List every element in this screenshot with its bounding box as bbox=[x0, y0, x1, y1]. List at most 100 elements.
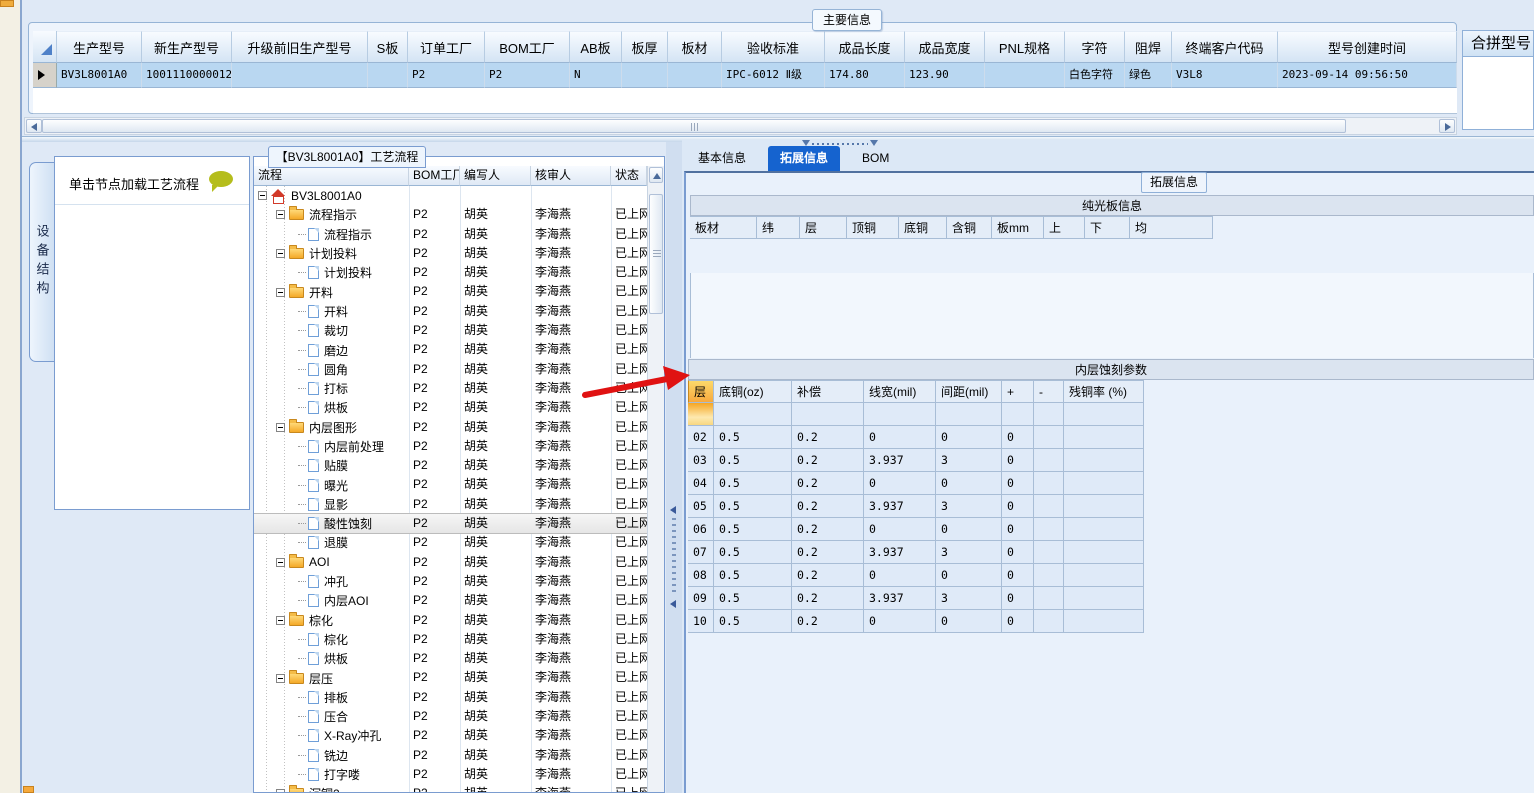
column-header[interactable]: 线宽(mil) bbox=[864, 380, 936, 403]
collapse-left-icon[interactable] bbox=[670, 600, 676, 608]
tree-row[interactable]: 圆角 P2 胡英 李海燕 已上网 bbox=[254, 360, 647, 379]
tree-row[interactable]: 开料 P2 胡英 李海燕 已上网 bbox=[254, 302, 647, 321]
column-header[interactable]: 字符 bbox=[1065, 31, 1125, 63]
tree-row[interactable]: 打字喽 P2 胡英 李海燕 已上网 bbox=[254, 765, 647, 784]
tree-row[interactable]: 流程指示 P2 胡英 李海燕 已上网 bbox=[254, 205, 647, 224]
tree-row[interactable]: 酸性蚀刻 P2 胡英 李海燕 已上网 bbox=[254, 513, 647, 535]
tree-row[interactable]: 打标 P2 胡英 李海燕 已上网 bbox=[254, 379, 647, 398]
tree-row[interactable]: 显影 P2 胡英 李海燕 已上网 bbox=[254, 495, 647, 514]
scroll-left-button[interactable] bbox=[26, 119, 42, 133]
tree-row[interactable]: 压合 P2 胡英 李海燕 已上网 bbox=[254, 707, 647, 726]
tree-row[interactable]: 内层AOI P2 胡英 李海燕 已上网 bbox=[254, 591, 647, 610]
column-header[interactable]: 含铜 bbox=[947, 216, 992, 239]
column-header[interactable]: 升级前旧生产型号 bbox=[232, 31, 368, 63]
scroll-right-button[interactable] bbox=[1439, 119, 1455, 133]
tree-row[interactable]: X-Ray冲孔 P2 胡英 李海燕 已上网 bbox=[254, 726, 647, 745]
horizontal-scrollbar-thumb[interactable] bbox=[42, 119, 1346, 133]
tree-row[interactable]: 层压 P2 胡英 李海燕 已上网 bbox=[254, 668, 647, 687]
tree-row[interactable]: 曝光 P2 胡英 李海燕 已上网 bbox=[254, 475, 647, 494]
column-header[interactable]: 顶铜 bbox=[847, 216, 899, 239]
column-header[interactable]: 新生产型号 bbox=[142, 31, 232, 63]
column-header[interactable]: 下 bbox=[1085, 216, 1130, 239]
tree-row[interactable]: 铣边 P2 胡英 李海燕 已上网 bbox=[254, 746, 647, 765]
table-row[interactable]: 05 0.5 0.2 3.937 3 0 bbox=[688, 495, 1144, 518]
column-header[interactable]: 板材 bbox=[668, 31, 722, 63]
expand-collapse-icon[interactable] bbox=[276, 422, 285, 432]
column-header[interactable]: BOM工厂 bbox=[409, 166, 460, 186]
column-header[interactable]: AB板 bbox=[570, 31, 622, 63]
column-header[interactable]: 型号创建时间 bbox=[1278, 31, 1457, 63]
column-header[interactable]: 板mm bbox=[992, 216, 1044, 239]
tree-row[interactable]: 棕化 P2 胡英 李海燕 已上网 bbox=[254, 630, 647, 649]
column-header[interactable]: 底铜 bbox=[899, 216, 947, 239]
table-row[interactable]: 10 0.5 0.2 0 0 0 bbox=[688, 610, 1144, 633]
table-row[interactable]: 04 0.5 0.2 0 0 0 bbox=[688, 472, 1144, 495]
vertical-splitter[interactable] bbox=[666, 142, 682, 793]
column-header[interactable]: PNL规格 bbox=[985, 31, 1065, 63]
column-header[interactable]: 订单工厂 bbox=[408, 31, 485, 63]
column-header[interactable]: BOM工厂 bbox=[485, 31, 570, 63]
column-header[interactable]: 间距(mil) bbox=[936, 380, 1002, 403]
tree-row[interactable]: 贴膜 P2 胡英 李海燕 已上网 bbox=[254, 456, 647, 475]
tree-row[interactable]: 计划投料 P2 胡英 李海燕 已上网 bbox=[254, 244, 647, 263]
table-row[interactable] bbox=[688, 403, 1144, 426]
tab-bom[interactable]: BOM bbox=[850, 146, 901, 171]
tree-row[interactable]: 开料 P2 胡英 李海燕 已上网 bbox=[254, 282, 647, 301]
tree-row[interactable]: 沉铜2 P2 胡英李海燕已上网 bbox=[254, 784, 647, 792]
expand-collapse-icon[interactable] bbox=[276, 557, 285, 567]
column-header[interactable]: 板厚 bbox=[622, 31, 668, 63]
column-header[interactable]: 流程 bbox=[254, 166, 409, 186]
tree-row[interactable]: 烘板 P2 胡英 李海燕 已上网 bbox=[254, 649, 647, 668]
tree-row[interactable]: 流程指示 P2 胡英 李海燕 已上网 bbox=[254, 225, 647, 244]
select-all-cell[interactable] bbox=[33, 31, 57, 63]
table-row[interactable]: 08 0.5 0.2 0 0 0 bbox=[688, 564, 1144, 587]
column-header[interactable]: 板材 bbox=[690, 216, 757, 239]
column-header[interactable]: - bbox=[1034, 380, 1064, 403]
column-header[interactable]: 编写人 bbox=[460, 166, 531, 186]
table-row[interactable]: 02 0.5 0.2 0 0 0 bbox=[688, 426, 1144, 449]
expand-collapse-icon[interactable] bbox=[276, 673, 285, 683]
column-header[interactable]: + bbox=[1002, 380, 1034, 403]
column-header[interactable]: 成品长度 bbox=[825, 31, 905, 63]
column-header[interactable]: 残铜率 (%) bbox=[1064, 380, 1144, 403]
tree-row[interactable]: BV3L8001A0 bbox=[254, 186, 647, 205]
tab-基本信息[interactable]: 基本信息 bbox=[686, 146, 758, 171]
tree-row[interactable]: 内层前处理 P2 胡英 李海燕 已上网 bbox=[254, 437, 647, 456]
column-header[interactable]: 阻焊 bbox=[1125, 31, 1172, 63]
tree-row[interactable]: 冲孔 P2 胡英 李海燕 已上网 bbox=[254, 572, 647, 591]
tree-row[interactable]: AOI P2 胡英 李海燕 已上网 bbox=[254, 553, 647, 572]
tree-row[interactable]: 内层图形 P2 胡英 李海燕 已上网 bbox=[254, 418, 647, 437]
expand-collapse-icon[interactable] bbox=[276, 789, 285, 792]
tree-vertical-scrollbar[interactable] bbox=[647, 166, 664, 792]
column-header[interactable]: 终端客户代码 bbox=[1172, 31, 1278, 63]
column-header[interactable]: S板 bbox=[368, 31, 408, 63]
tree-row[interactable]: 计划投料 P2 胡英 李海燕 已上网 bbox=[254, 263, 647, 282]
column-header[interactable]: 层 bbox=[800, 216, 847, 239]
tree-row[interactable]: 磨边 P2 胡英 李海燕 已上网 bbox=[254, 340, 647, 359]
column-header[interactable]: 补偿 bbox=[792, 380, 864, 403]
table-row[interactable]: 03 0.5 0.2 3.937 3 0 bbox=[688, 449, 1144, 472]
tab-device-structure[interactable]: 设备结构 bbox=[29, 162, 54, 362]
column-header[interactable]: 底铜(oz) bbox=[714, 380, 792, 403]
tree-row[interactable]: 棕化 P2 胡英 李海燕 已上网 bbox=[254, 611, 647, 630]
tree-scrollbar-thumb[interactable] bbox=[649, 194, 663, 314]
table-row[interactable]: 06 0.5 0.2 0 0 0 bbox=[688, 518, 1144, 541]
expand-collapse-icon[interactable] bbox=[258, 191, 267, 201]
column-header[interactable]: 成品宽度 bbox=[905, 31, 985, 63]
horizontal-scrollbar[interactable] bbox=[24, 117, 1457, 135]
table-row[interactable]: 07 0.5 0.2 3.937 3 0 bbox=[688, 541, 1144, 564]
expand-collapse-icon[interactable] bbox=[276, 210, 285, 220]
main-info-data-row[interactable]: BV3L8001A0 10011100000124 P2 P2 N IPC-6012 Ⅱ级… bbox=[33, 63, 1457, 88]
expand-collapse-icon[interactable] bbox=[276, 287, 285, 297]
tree-row[interactable]: 退膜 P2 胡英 李海燕 已上网 bbox=[254, 533, 647, 552]
expand-collapse-icon[interactable] bbox=[276, 249, 285, 259]
tree-row[interactable]: 排板 P2 胡英 李海燕 已上网 bbox=[254, 688, 647, 707]
column-header[interactable]: 层 bbox=[688, 380, 714, 403]
expand-collapse-icon[interactable] bbox=[276, 615, 285, 625]
column-header[interactable]: 生产型号 bbox=[57, 31, 142, 63]
scroll-up-button[interactable] bbox=[649, 167, 663, 183]
tab-拓展信息[interactable]: 拓展信息 bbox=[768, 146, 841, 176]
column-header[interactable]: 状态 bbox=[611, 166, 647, 186]
tree-row[interactable]: 烘板 P2 胡英 李海燕 已上网 bbox=[254, 398, 647, 417]
tree-row[interactable]: 裁切 P2 胡英 李海燕 已上网 bbox=[254, 321, 647, 340]
